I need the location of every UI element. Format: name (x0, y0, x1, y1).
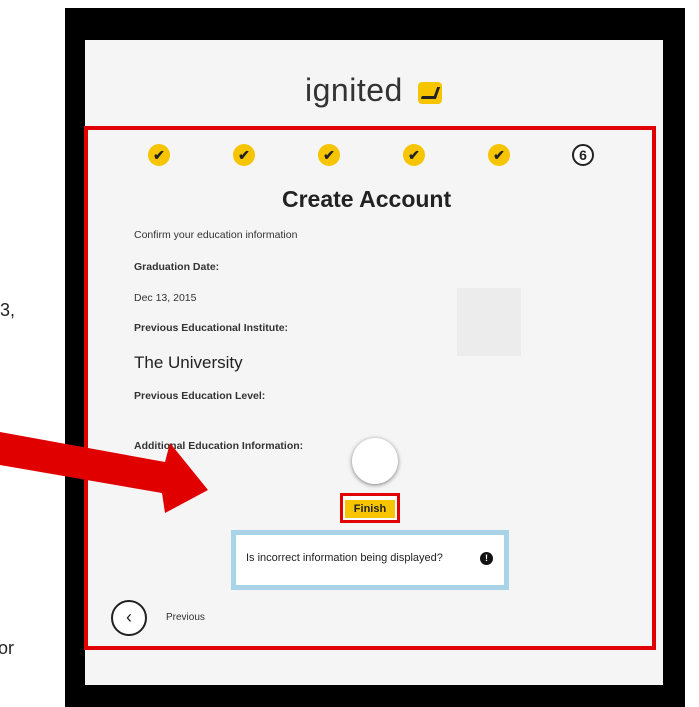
annotation-arrow-icon (0, 432, 208, 513)
arrow-shape (0, 432, 208, 513)
